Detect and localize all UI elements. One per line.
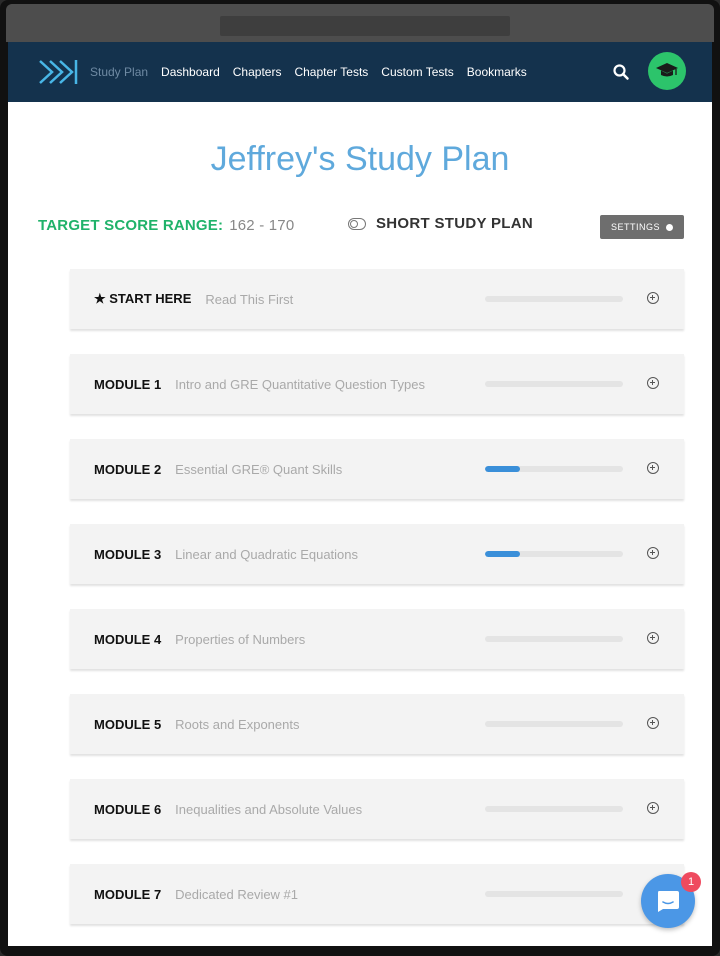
- module-label: MODULE 5: [94, 716, 162, 732]
- nav-bookmarks[interactable]: Bookmarks: [467, 65, 527, 79]
- target-score-value: 162 - 170: [229, 217, 295, 234]
- address-bar[interactable]: [220, 16, 510, 36]
- module-row[interactable]: MODULE 3 Linear and Quadratic Equations: [70, 524, 684, 584]
- module-label: MODULE 7: [94, 886, 162, 902]
- settings-label: SETTINGS: [610, 222, 660, 232]
- expand-plus-icon[interactable]: [647, 292, 659, 304]
- module-progress-fill: [485, 466, 520, 472]
- module-row[interactable]: MODULE 7 Dedicated Review #1: [70, 864, 684, 924]
- module-title: Intro and GRE Quantitative Question Type…: [175, 376, 425, 392]
- short-study-plan-toggle[interactable]: SHORT STUDY PLAN: [348, 215, 533, 232]
- module-row[interactable]: MODULE 1 Intro and GRE Quantitative Quest…: [70, 354, 684, 414]
- gear-icon: [666, 223, 673, 231]
- expand-plus-icon[interactable]: [647, 547, 659, 559]
- module-label: MODULE 6: [94, 801, 162, 817]
- logo-icon[interactable]: [38, 57, 80, 87]
- nav-custom-tests[interactable]: Custom Tests: [381, 65, 453, 79]
- module-title: Read This First: [205, 291, 294, 307]
- nav-links: Study Plan Dashboard Chapters Chapter Te…: [90, 42, 540, 102]
- toggle-icon[interactable]: [348, 217, 366, 230]
- module-title: Inequalities and Absolute Values: [175, 801, 363, 817]
- module-title: Properties of Numbers: [175, 631, 306, 647]
- module-title: Linear and Quadratic Equations: [175, 546, 359, 562]
- module-title: Roots and Exponents: [175, 716, 300, 732]
- settings-button[interactable]: SETTINGS: [600, 215, 684, 239]
- module-progress-bar: [485, 466, 623, 472]
- expand-plus-icon[interactable]: [647, 377, 659, 389]
- expand-plus-icon[interactable]: [647, 632, 659, 644]
- module-progress-bar: [485, 721, 623, 727]
- module-progress-bar: [485, 381, 623, 387]
- module-label: MODULE 4: [94, 631, 162, 647]
- short-study-plan-label: SHORT STUDY PLAN: [376, 215, 534, 232]
- module-row[interactable]: MODULE 4 Properties of Numbers: [70, 609, 684, 669]
- nav-study-plan[interactable]: Study Plan: [90, 65, 148, 79]
- target-score-label: TARGET SCORE RANGE:: [38, 217, 224, 234]
- target-score-range: TARGET SCORE RANGE: 162 - 170: [38, 217, 294, 234]
- module-label: MODULE 1: [94, 376, 162, 392]
- module-progress-fill: [485, 551, 520, 557]
- module-progress-bar: [485, 551, 623, 557]
- module-progress-bar: [485, 296, 623, 302]
- top-nav: Study Plan Dashboard Chapters Chapter Te…: [8, 42, 712, 102]
- module-row[interactable]: MODULE 5 Roots and Exponents: [70, 694, 684, 754]
- graduation-cap-icon: [656, 63, 678, 77]
- search-icon[interactable]: [612, 63, 630, 81]
- module-row[interactable]: MODULE 6 Inequalities and Absolute Values: [70, 779, 684, 839]
- avatar[interactable]: [648, 52, 686, 90]
- nav-chapter-tests[interactable]: Chapter Tests: [294, 65, 368, 79]
- chat-icon: [658, 891, 679, 912]
- module-row[interactable]: MODULE 2 Essential GRE® Quant Skills: [70, 439, 684, 499]
- module-title: Essential GRE® Quant Skills: [175, 461, 343, 477]
- module-label: ★ START HERE: [94, 291, 192, 306]
- device-frame: Study Plan Dashboard Chapters Chapter Te…: [0, 0, 720, 956]
- expand-plus-icon[interactable]: [647, 802, 659, 814]
- browser-top-bar: [6, 4, 714, 42]
- notification-badge: 1: [681, 872, 701, 892]
- module-title: Dedicated Review #1: [175, 886, 299, 902]
- module-progress-bar: [485, 636, 623, 642]
- expand-plus-icon[interactable]: [647, 462, 659, 474]
- nav-dashboard[interactable]: Dashboard: [161, 65, 220, 79]
- nav-chapters[interactable]: Chapters: [233, 65, 282, 79]
- module-progress-bar: [485, 891, 623, 897]
- app-screen: Study Plan Dashboard Chapters Chapter Te…: [8, 42, 712, 946]
- module-row[interactable]: ★ START HERE Read This First: [70, 269, 684, 329]
- expand-plus-icon[interactable]: [647, 717, 659, 729]
- module-label: MODULE 3: [94, 546, 162, 562]
- page-title: Jeffrey's Study Plan: [210, 140, 510, 178]
- module-progress-bar: [485, 806, 623, 812]
- module-label: MODULE 2: [94, 461, 162, 477]
